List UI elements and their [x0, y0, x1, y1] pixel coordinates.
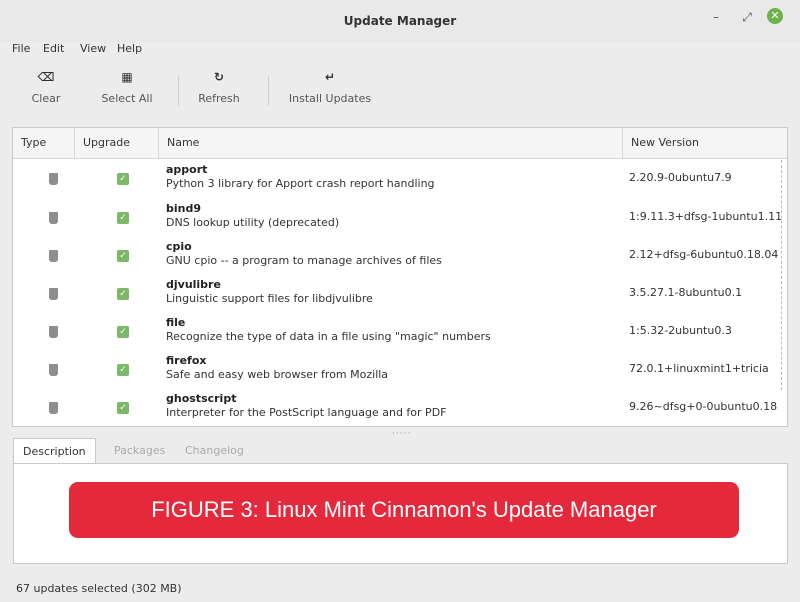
package-name: cpio: [166, 240, 192, 253]
install-updates-label: Install Updates: [288, 92, 372, 105]
package-type-icon: [49, 250, 58, 262]
menu-bar: File Edit View Help: [0, 40, 800, 58]
upgrade-checkbox[interactable]: ✓: [117, 288, 129, 300]
package-type-icon: [49, 326, 58, 338]
title-bar: Update Manager – ⤢ ✕: [0, 0, 800, 42]
column-new-version[interactable]: New Version: [623, 128, 787, 158]
install-icon: ↵: [324, 70, 336, 84]
figure-caption: FIGURE 3: Linux Mint Cinnamon's Update M…: [69, 482, 739, 538]
list-header: Type Upgrade Name New Version: [13, 128, 787, 159]
table-row[interactable]: ✓ firefox Safe and easy web browser from…: [13, 350, 787, 388]
package-version: 2.20.9-0ubuntu7.9: [629, 171, 732, 184]
package-version: 1:5.32-2ubuntu0.3: [629, 324, 732, 337]
table-row[interactable]: ✓ file Recognize the type of data in a f…: [13, 312, 787, 350]
clear-label: Clear: [31, 92, 61, 105]
install-updates-button[interactable]: ↵ Install Updates: [278, 68, 382, 105]
tab-packages[interactable]: Packages: [105, 438, 174, 464]
package-description: GNU cpio -- a program to manage archives…: [166, 254, 442, 267]
table-row[interactable]: ✓ apport Python 3 library for Apport cra…: [13, 159, 787, 197]
upgrade-checkbox[interactable]: ✓: [117, 173, 129, 185]
upgrade-checkbox[interactable]: ✓: [117, 364, 129, 376]
package-type-icon: [49, 402, 58, 414]
package-type-icon: [49, 364, 58, 376]
column-name[interactable]: Name: [159, 128, 623, 158]
package-description: Linguistic support files for libdjvulibr…: [166, 292, 373, 305]
select-all-button[interactable]: ▦ Select All: [92, 68, 162, 105]
upgrade-checkbox[interactable]: ✓: [117, 250, 129, 262]
toolbar-separator: [268, 76, 269, 106]
package-type-icon: [49, 288, 58, 300]
scrollbar[interactable]: [781, 160, 785, 390]
menu-edit[interactable]: Edit: [43, 42, 64, 55]
select-all-label: Select All: [101, 92, 153, 105]
package-type-icon: [49, 173, 58, 185]
tab-description[interactable]: Description: [13, 438, 96, 465]
table-row[interactable]: ✓ djvulibre Linguistic support files for…: [13, 274, 787, 312]
upgrade-checkbox[interactable]: ✓: [117, 326, 129, 338]
package-name: apport: [166, 163, 208, 176]
menu-file[interactable]: File: [12, 42, 30, 55]
select-all-icon: ▦: [121, 70, 133, 84]
window-title: Update Manager: [343, 14, 457, 28]
table-row[interactable]: ✓ bind9 DNS lookup utility (deprecated) …: [13, 198, 787, 236]
refresh-icon: ↻: [213, 70, 225, 84]
package-type-icon: [49, 212, 58, 224]
package-description: Recognize the type of data in a file usi…: [166, 330, 491, 343]
package-name: djvulibre: [166, 278, 221, 291]
package-description: Safe and easy web browser from Mozilla: [166, 368, 389, 381]
package-version: 2.12+dfsg-6ubuntu0.18.04: [629, 248, 779, 261]
package-description: Python 3 library for Apport crash report…: [166, 177, 435, 190]
refresh-button[interactable]: ↻ Refresh: [188, 68, 250, 105]
clear-button[interactable]: ⌫ Clear: [20, 68, 72, 105]
package-description: DNS lookup utility (deprecated): [166, 216, 340, 229]
maximize-button[interactable]: ⤢: [738, 10, 756, 25]
details-tabs: Description Packages Changelog: [13, 438, 793, 465]
minimize-button[interactable]: –: [707, 10, 725, 24]
menu-help[interactable]: Help: [117, 42, 142, 55]
package-name: ghostscript: [166, 392, 237, 405]
package-version: 72.0.1+linuxmint1+tricia: [629, 362, 769, 375]
clear-icon: ⌫: [37, 70, 55, 84]
upgrade-checkbox[interactable]: ✓: [117, 212, 129, 224]
package-name: file: [166, 316, 186, 329]
package-version: 9.26~dfsg+0-0ubuntu0.18: [629, 400, 778, 413]
package-name: firefox: [166, 354, 207, 367]
update-list[interactable]: Type Upgrade Name New Version ✓ apport P…: [12, 127, 788, 427]
column-upgrade[interactable]: Upgrade: [75, 128, 159, 158]
refresh-label: Refresh: [198, 92, 240, 105]
table-row[interactable]: ✓ ghostscript Interpreter for the PostSc…: [13, 388, 787, 426]
toolbar: ⌫ Clear ▦ Select All ↻ Refresh ↵ Install…: [0, 68, 800, 114]
column-type[interactable]: Type: [13, 128, 75, 158]
menu-view[interactable]: View: [80, 42, 106, 55]
table-row[interactable]: ✓ cpio GNU cpio -- a program to manage a…: [13, 236, 787, 274]
close-button[interactable]: ✕: [767, 8, 783, 24]
package-version: 3.5.27.1-8ubuntu0.1: [629, 286, 743, 299]
package-name: bind9: [166, 202, 202, 215]
upgrade-checkbox[interactable]: ✓: [117, 402, 129, 414]
toolbar-separator: [178, 76, 179, 106]
tab-changelog[interactable]: Changelog: [176, 438, 253, 464]
package-description: Interpreter for the PostScript language …: [166, 406, 447, 419]
status-bar: 67 updates selected (302 MB): [16, 582, 182, 595]
package-version: 1:9.11.3+dfsg-1ubuntu1.11: [629, 210, 783, 223]
